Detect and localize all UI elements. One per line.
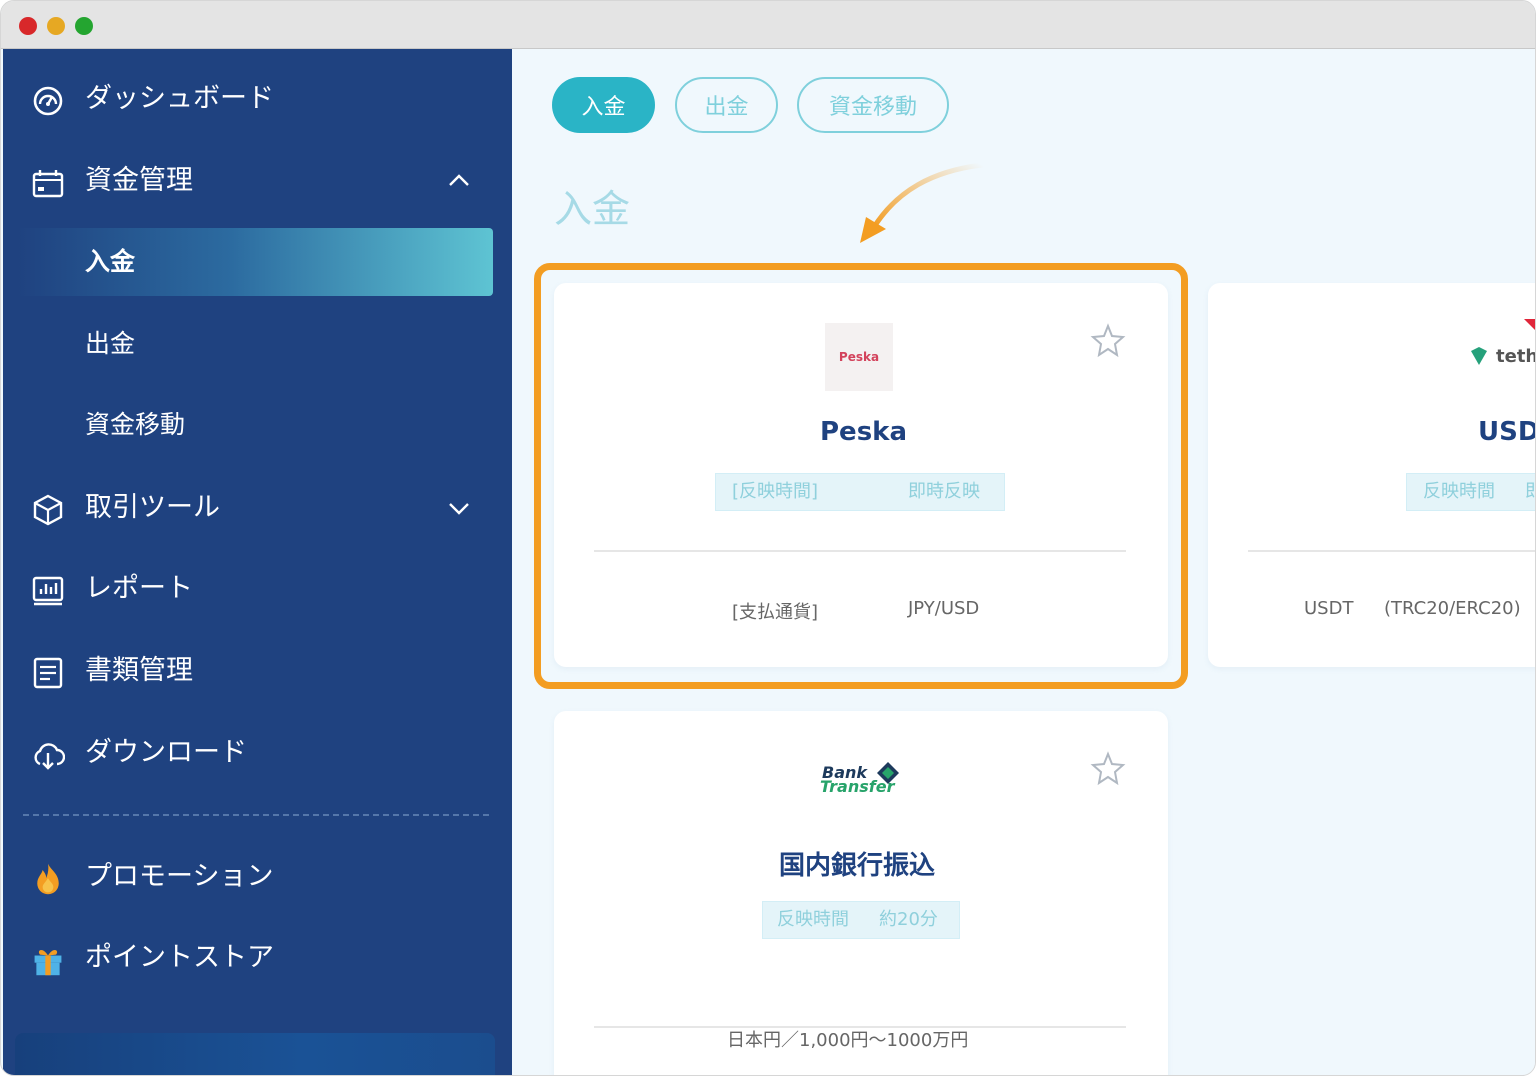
- badge-value: 約20分: [879, 909, 938, 930]
- card-divider: [1248, 550, 1535, 552]
- sidebar-item-label: レポート: [85, 573, 193, 604]
- payment-card-bank-transfer[interactable]: Bank Transfer 国内銀行振込 反映時間 約20分 日本円／1,000…: [554, 711, 1168, 1075]
- reflect-time-badge: 反映時間 約20分: [762, 901, 960, 939]
- app-window: ダッシュボード 資金管理 入金 出金 資金移動 取引ツール レポート 書類管理 …: [0, 0, 1536, 1076]
- sidebar-subitem-label: 出金: [85, 329, 136, 358]
- tab-withdraw[interactable]: 出金: [675, 77, 778, 133]
- sidebar-item-trading-tools[interactable]: 取引ツール: [3, 478, 512, 538]
- currency-value: (TRC20/ERC20): [1384, 598, 1521, 619]
- reflect-time-badge: 反映時間 即: [1406, 473, 1535, 511]
- close-window-button[interactable]: [19, 17, 37, 35]
- badge-label: 反映時間: [1423, 481, 1495, 502]
- sidebar-subitem-label: 資金移動: [85, 410, 186, 439]
- highlight-frame: [534, 263, 1188, 689]
- badge-value: 即: [1525, 474, 1535, 510]
- tab-deposit[interactable]: 入金: [552, 77, 655, 133]
- gift-icon: [31, 943, 65, 977]
- sidebar-item-label: 書類管理: [85, 655, 193, 686]
- card-title: 国内銀行振込: [779, 851, 936, 881]
- tab-transfer[interactable]: 資金移動: [797, 77, 949, 133]
- sidebar-item-point-store[interactable]: ポイントストア: [3, 928, 512, 988]
- badge-label: 反映時間: [777, 909, 849, 930]
- sidebar-item-dashboard[interactable]: ダッシュボード: [3, 69, 512, 129]
- sidebar-item-label: ダッシュボード: [85, 83, 274, 114]
- sidebar-subitem-deposit[interactable]: 入金: [17, 228, 493, 296]
- cloud-download-icon: [31, 738, 65, 772]
- sidebar-item-label: 資金管理: [85, 165, 193, 196]
- currency-label: 日本円／1,000円～1000万円: [727, 1030, 969, 1051]
- maximize-window-button[interactable]: [75, 17, 93, 35]
- window-titlebar: [1, 1, 1535, 49]
- report-chart-icon: [31, 574, 65, 608]
- tether-logo-text: teth: [1496, 345, 1536, 367]
- currency-label: USDT: [1304, 598, 1354, 619]
- favorite-star-icon[interactable]: [1090, 751, 1126, 787]
- ribbon-corner-icon: [1524, 319, 1535, 330]
- sidebar-item-report[interactable]: レポート: [3, 559, 512, 619]
- page-title: 入金: [554, 187, 631, 231]
- callout-arrow-icon: [860, 162, 985, 243]
- sidebar-item-documents[interactable]: 書類管理: [3, 641, 512, 701]
- bank-diamond-icon: [877, 762, 899, 784]
- sidebar-item-fund-management[interactable]: 資金管理: [3, 151, 512, 211]
- sidebar-divider: [23, 814, 489, 816]
- tether-diamond-icon: [1471, 347, 1487, 365]
- chevron-down-icon[interactable]: [443, 492, 475, 524]
- sidebar-subitem-withdraw[interactable]: 出金: [3, 314, 512, 374]
- bank-transfer-logo: Bank Transfer: [820, 762, 910, 807]
- minimize-window-button[interactable]: [47, 17, 65, 35]
- chevron-up-icon[interactable]: [443, 165, 475, 197]
- document-icon: [31, 656, 65, 690]
- sidebar-item-label: ポイントストア: [85, 942, 274, 973]
- sidebar-item-promotion[interactable]: プロモーション: [3, 847, 512, 907]
- wallet-icon: [31, 166, 65, 200]
- card-title: USD: [1478, 417, 1536, 447]
- dashboard-gauge-icon: [31, 84, 65, 118]
- fire-icon: [31, 862, 65, 896]
- payment-card-usdt[interactable]: teth USD 反映時間 即 USDT (TRC20/ERC20): [1208, 283, 1536, 667]
- sidebar-item-label: 取引ツール: [85, 492, 220, 523]
- sidebar: ダッシュボード 資金管理 入金 出金 資金移動 取引ツール レポート 書類管理 …: [3, 49, 512, 1075]
- main-content: 入金 出金 資金移動 入金 Peska Peska [反映時間] 即時反映 [支…: [512, 49, 1536, 1075]
- sidebar-item-label: ダウンロード: [85, 737, 247, 768]
- promo-banner[interactable]: [15, 1033, 495, 1075]
- tether-logo: teth: [1468, 345, 1536, 367]
- sidebar-item-download[interactable]: ダウンロード: [3, 723, 512, 783]
- sidebar-item-label: プロモーション: [85, 861, 274, 892]
- sidebar-subitem-transfer[interactable]: 資金移動: [3, 395, 512, 455]
- cube-icon: [31, 493, 65, 527]
- sidebar-subitem-label: 入金: [85, 247, 136, 276]
